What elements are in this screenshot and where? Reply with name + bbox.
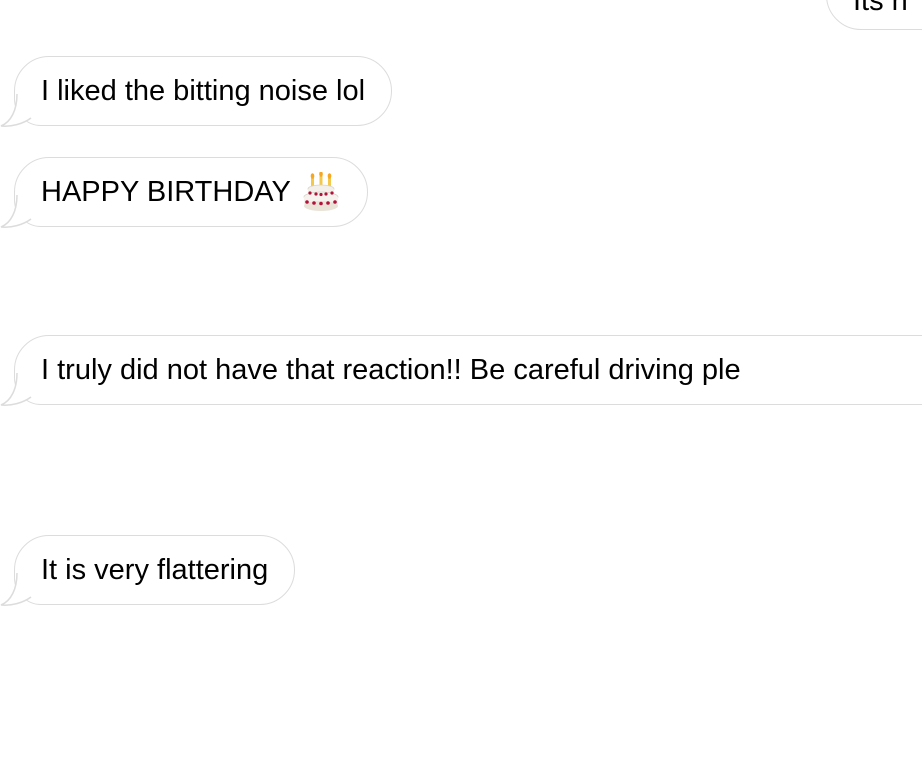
message-bubble-incoming[interactable]: HAPPY BIRTHDAY — [0, 157, 368, 228]
bubble-tail — [0, 572, 32, 606]
bubble-tail — [0, 93, 32, 127]
bubble-tail — [0, 372, 32, 406]
message-text: HAPPY BIRTHDAY — [41, 175, 291, 208]
message-text: It is very flattering — [41, 553, 269, 586]
message-bubble-outgoing[interactable]: Its n — [826, 0, 922, 30]
bubble-tail — [0, 194, 32, 228]
message-text: I truly did not have that reaction!! Be … — [41, 353, 741, 386]
birthday-cake-icon — [303, 172, 339, 211]
message-text: I liked the bitting noise lol — [41, 74, 366, 107]
message-text: Its n — [853, 0, 908, 17]
message-bubble-incoming[interactable]: I truly did not have that reaction!! Be … — [0, 335, 922, 406]
message-bubble-incoming[interactable]: It is very flattering — [0, 535, 296, 606]
message-thread: Its n I liked the bitting noise lol HAPP… — [0, 0, 922, 769]
message-bubble-incoming[interactable]: I liked the bitting noise lol — [0, 56, 393, 127]
